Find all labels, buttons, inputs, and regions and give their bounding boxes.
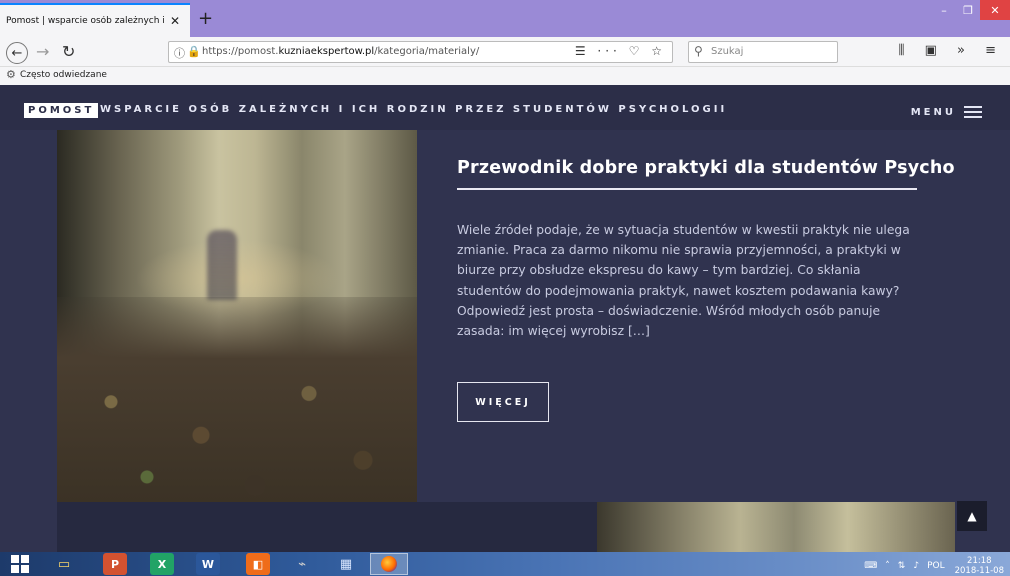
bookmarks-bar: ⚙ Często odwiedzane — [0, 67, 1010, 85]
usb-drive-icon[interactable]: ⌁ — [290, 553, 314, 575]
start-button[interactable] — [8, 553, 32, 575]
more-button[interactable]: WIĘCEJ — [457, 382, 549, 422]
volume-icon[interactable]: ♪ — [913, 561, 919, 571]
tab-title: Pomost | wsparcie osób zależnych i — [6, 16, 165, 26]
forward-arrow-icon[interactable]: → — [36, 42, 49, 61]
powerpoint-icon[interactable]: P — [103, 553, 127, 575]
window-controls: – ❐ ✕ — [932, 0, 1010, 20]
scroll-to-top-button[interactable]: ▲ — [957, 501, 987, 531]
windows-taskbar: ▭ P X W ◧ ⌁ ▦ ⌨ ˄ ⇅ ♪ POL 21:18 2018-11-… — [0, 552, 1010, 576]
close-tab-icon[interactable]: ✕ — [170, 14, 180, 28]
left-gutter — [0, 130, 57, 552]
site-logo[interactable]: POMOST — [24, 103, 99, 118]
close-window-button[interactable]: ✕ — [980, 0, 1010, 20]
right-gutter — [955, 130, 1010, 552]
search-box[interactable]: ⚲ Szukaj — [688, 41, 838, 63]
excel-icon[interactable]: X — [150, 553, 174, 575]
site-header: POMOST WSPARCIE OSÓB ZALEŻNYCH I ICH ROD… — [0, 85, 1010, 130]
post-excerpt: Wiele źródeł podaje, że w sytuacja stude… — [457, 223, 910, 339]
calculator-icon[interactable]: ▦ — [334, 553, 358, 575]
lock-icon[interactable]: 🔒 — [187, 45, 201, 58]
browser-navbar: ← → ↻ ⓘ 🔒 https://pomost.kuzniaekspertow… — [0, 37, 1010, 67]
clock-time: 21:18 — [967, 556, 992, 566]
reload-icon[interactable]: ↻ — [62, 42, 75, 61]
input-language[interactable]: POL — [927, 561, 945, 571]
system-tray: ⌨ ˄ ⇅ ♪ POL 21:18 2018-11-08 — [856, 556, 1004, 576]
menu-button[interactable]: MENU — [911, 103, 982, 121]
firefox-logo — [381, 556, 397, 572]
post-card: Przewodnik dobre praktyki dla studentów … — [57, 130, 998, 502]
minimize-button[interactable]: – — [932, 0, 956, 20]
office-app-icon[interactable]: ◧ — [246, 553, 270, 575]
windows-logo-icon — [11, 555, 29, 573]
tray-expand-icon[interactable]: ˄ — [885, 561, 890, 571]
firefox-icon[interactable] — [370, 553, 408, 575]
url-domain: kuzniaekspertow.pl — [278, 46, 375, 57]
person-silhouette — [207, 230, 237, 300]
browser-titlebar: Pomost | wsparcie osób zależnych i ✕ + –… — [0, 0, 1010, 37]
gear-icon: ⚙ — [6, 68, 16, 81]
clock-date: 2018-11-08 — [954, 566, 1004, 576]
toolbar-right-icons[interactable]: ⫼ ▣ » ≡ — [898, 43, 1004, 58]
post-image[interactable] — [57, 130, 417, 502]
new-tab-button[interactable]: + — [198, 8, 213, 29]
post-title[interactable]: Przewodnik dobre praktyki dla studentów … — [457, 158, 998, 178]
keyboard-icon[interactable]: ⌨ — [864, 561, 877, 571]
browser-tab[interactable]: Pomost | wsparcie osób zależnych i ✕ — [0, 3, 190, 37]
file-explorer-icon[interactable]: ▭ — [52, 553, 76, 575]
title-divider — [457, 188, 917, 190]
info-icon[interactable]: ⓘ — [174, 45, 185, 61]
next-post-image[interactable] — [597, 502, 955, 552]
clock[interactable]: 21:18 2018-11-08 — [955, 556, 1004, 576]
hamburger-icon — [964, 103, 982, 121]
site-tagline: WSPARCIE OSÓB ZALEŻNYCH I ICH RODZIN PRZ… — [100, 104, 728, 115]
back-arrow-icon[interactable]: ← — [6, 42, 28, 64]
bookmark-czesto-odwiedzane[interactable]: Często odwiedzane — [20, 70, 107, 80]
url-path: /kategoria/materialy/ — [374, 46, 480, 57]
url-text[interactable]: https://pomost.kuzniaekspertow.pl/katego… — [202, 46, 479, 57]
restore-button[interactable]: ❐ — [956, 0, 980, 20]
word-icon[interactable]: W — [196, 553, 220, 575]
search-placeholder: Szukaj — [711, 46, 744, 57]
url-prefix: https://pomost. — [202, 46, 279, 57]
page-actions-icons[interactable]: ☰ ··· ♡ ☆ — [575, 44, 666, 58]
main-content: Przewodnik dobre praktyki dla studentów … — [0, 130, 1010, 552]
url-bar[interactable]: ⓘ 🔒 https://pomost.kuzniaekspertow.pl/ka… — [168, 41, 673, 63]
network-icon[interactable]: ⇅ — [898, 561, 906, 571]
search-icon: ⚲ — [694, 44, 703, 58]
menu-label: MENU — [910, 106, 956, 118]
